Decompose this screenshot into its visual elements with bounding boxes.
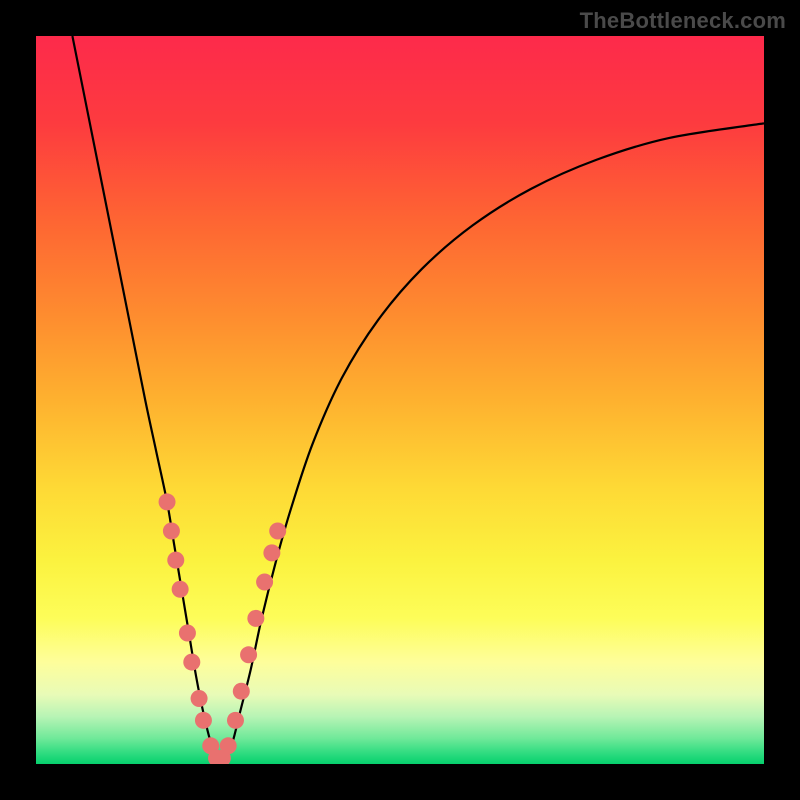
- scatter-point: [256, 574, 273, 591]
- scatter-point: [167, 552, 184, 569]
- scatter-point: [263, 544, 280, 561]
- figure-frame: TheBottleneck.com: [0, 0, 800, 800]
- scatter-point: [159, 493, 176, 510]
- scatter-point: [269, 523, 286, 540]
- scatter-point: [172, 581, 189, 598]
- scatter-point: [179, 624, 196, 641]
- bottleneck-chart: [0, 0, 800, 800]
- scatter-point: [233, 683, 250, 700]
- scatter-point: [183, 654, 200, 671]
- scatter-point: [227, 712, 244, 729]
- scatter-point: [220, 737, 237, 754]
- scatter-point: [240, 646, 257, 663]
- scatter-point: [195, 712, 212, 729]
- scatter-point: [191, 690, 208, 707]
- scatter-point: [163, 523, 180, 540]
- scatter-point: [247, 610, 264, 627]
